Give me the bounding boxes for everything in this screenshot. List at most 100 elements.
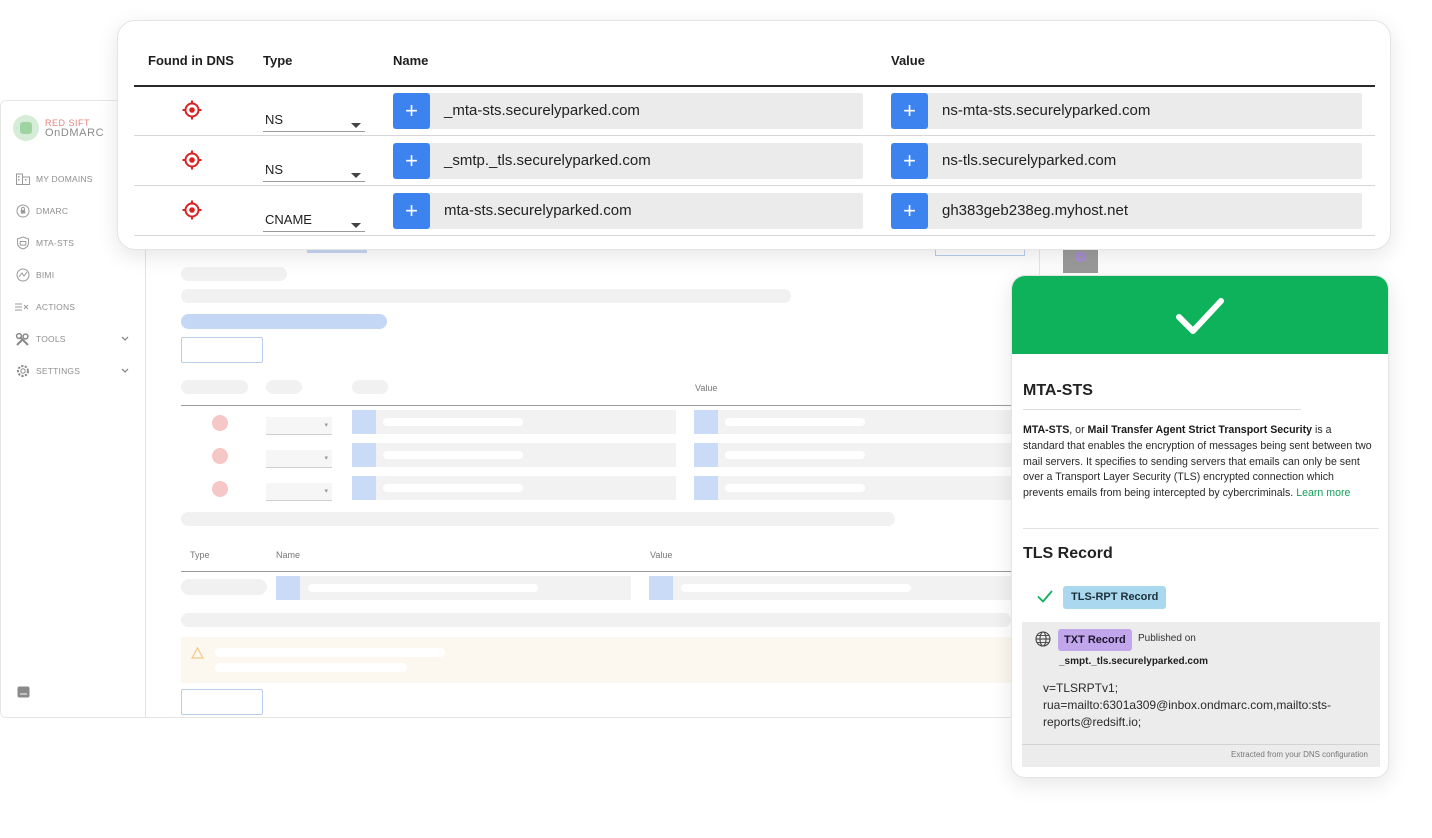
status-dot — [212, 448, 228, 464]
globe-icon — [1035, 631, 1051, 652]
mta-sts-title: MTA-STS — [1023, 382, 1093, 399]
skeleton-button[interactable] — [181, 689, 263, 715]
sidebar-item-label: BIMI — [36, 270, 55, 280]
plus-icon[interactable]: + — [393, 193, 430, 229]
caret-down-icon — [351, 116, 361, 134]
skeleton-line — [181, 267, 287, 281]
caret-down-icon — [351, 216, 361, 234]
name-field-value: _smtp._tls.securelyparked.com — [444, 152, 651, 169]
tls-rpt-badge: TLS-RPT Record — [1063, 586, 1167, 609]
skeleton-bar — [308, 584, 538, 592]
tls-record-title: TLS Record — [1023, 545, 1113, 562]
skeleton-square — [276, 576, 300, 600]
plus-icon[interactable]: + — [393, 143, 430, 179]
name-field[interactable]: + _smtp._tls.securelyparked.com — [393, 143, 863, 179]
value-field[interactable]: + gh383geb238eg.myhost.net — [891, 193, 1362, 229]
skeleton-bar — [681, 584, 911, 592]
bg-value-header-2: Value — [650, 550, 673, 560]
value-field-value: ns-tls.securelyparked.com — [942, 152, 1117, 169]
type-select[interactable]: CNAME — [263, 206, 365, 232]
skeleton-square — [694, 443, 718, 467]
skeleton-header — [266, 380, 302, 394]
sidebar-nav: MY DOMAINS DMARC MTA-STS BIMI ACTIONS TO… — [15, 163, 133, 387]
building-icon — [15, 172, 30, 187]
header-value: Value — [891, 53, 925, 68]
plus-icon[interactable]: + — [891, 193, 928, 229]
desc-bold-1: MTA-STS — [1023, 424, 1070, 436]
sidebar-item-bimi[interactable]: BIMI — [15, 259, 133, 291]
logo: RED SIFT OnDMARC — [13, 115, 104, 141]
record-value: v=TLSRPTv1; rua=mailto:6301a309@inbox.on… — [1043, 681, 1331, 729]
chevron-down-icon[interactable] — [121, 334, 129, 344]
skeleton-bar — [215, 663, 407, 672]
skeleton-bar — [725, 418, 865, 426]
value-field-value: gh383geb238eg.myhost.net — [942, 202, 1128, 219]
skeleton-line — [181, 512, 895, 526]
skeleton-square — [694, 476, 718, 500]
plus-icon[interactable]: + — [891, 93, 928, 129]
checkmark-icon — [1175, 296, 1225, 341]
gear-icon — [15, 364, 30, 379]
value-field-value: ns-mta-sts.securelyparked.com — [942, 102, 1151, 119]
sidebar-item-label: MY DOMAINS — [36, 174, 93, 184]
sidebar-item-actions[interactable]: ACTIONS — [15, 291, 133, 323]
table-row: NS + _smtp._tls.securelyparked.com + ns-… — [134, 136, 1375, 186]
sidebar-item-label: ACTIONS — [36, 302, 76, 312]
skeleton-bar — [383, 451, 523, 459]
skeleton-button[interactable] — [181, 337, 263, 363]
header-type: Type — [263, 53, 293, 68]
extracted-note: Extracted from your DNS configuration — [1231, 750, 1368, 759]
target-icon — [182, 100, 202, 125]
shield-lock-icon — [15, 204, 30, 219]
actions-icon — [15, 300, 30, 315]
skeleton-cell — [181, 579, 267, 595]
sidebar-item-label: MTA-STS — [36, 238, 75, 248]
skeleton-select[interactable] — [266, 450, 332, 468]
value-field[interactable]: + ns-mta-sts.securelyparked.com — [891, 93, 1362, 129]
divider — [1023, 528, 1379, 529]
chat-icon[interactable] — [17, 685, 30, 698]
caret-down-icon — [351, 166, 361, 184]
skeleton-line — [181, 289, 791, 303]
sidebar-item-tools[interactable]: TOOLS — [15, 323, 133, 355]
learn-more-link[interactable]: Learn more — [1296, 487, 1350, 499]
sidebar-item-mta-sts[interactable]: MTA-STS — [15, 227, 133, 259]
name-field[interactable]: + _mta-sts.securelyparked.com — [393, 93, 863, 129]
skeleton-select[interactable] — [266, 483, 332, 501]
skeleton-square — [694, 410, 718, 434]
plus-icon[interactable]: + — [891, 143, 928, 179]
sidebar-item-dmarc[interactable]: DMARC — [15, 195, 133, 227]
divider — [1023, 409, 1301, 410]
desc-bold-2: Mail Transfer Agent Strict Transport Sec… — [1087, 424, 1313, 436]
dns-records-card: Found in DNS Type Name Value NS + _mta-s… — [117, 20, 1391, 250]
name-field[interactable]: + mta-sts.securelyparked.com — [393, 193, 863, 229]
sidebar-item-label: SETTINGS — [36, 366, 81, 376]
sidebar-item-label: TOOLS — [36, 334, 66, 344]
skeleton-select[interactable] — [266, 417, 332, 435]
check-icon — [1037, 590, 1053, 608]
sidebar-item-settings[interactable]: SETTINGS — [15, 355, 133, 387]
name-field-value: mta-sts.securelyparked.com — [444, 202, 632, 219]
value-field[interactable]: + ns-tls.securelyparked.com — [891, 143, 1362, 179]
type-select[interactable]: NS — [263, 106, 365, 132]
success-banner — [1012, 276, 1388, 354]
bg-type-header: Type — [190, 550, 210, 560]
skeleton-line — [181, 613, 1011, 627]
plus-icon[interactable]: + — [393, 93, 430, 129]
sidebar-item-my-domains[interactable]: MY DOMAINS — [15, 163, 133, 195]
published-domain: _smpt._tls.securelyparked.com — [1059, 656, 1208, 667]
divider — [1022, 744, 1380, 745]
type-select[interactable]: NS — [263, 156, 365, 182]
skeleton-bar — [725, 484, 865, 492]
skeleton-bar — [383, 418, 523, 426]
status-dot — [212, 481, 228, 497]
skeleton-square — [649, 576, 673, 600]
bimi-icon — [15, 268, 30, 283]
logo-mark-icon — [13, 115, 39, 141]
chevron-down-icon[interactable] — [121, 366, 129, 376]
avatar[interactable] — [1063, 246, 1098, 273]
status-dot — [212, 415, 228, 431]
table-row: NS + _mta-sts.securelyparked.com + ns-mt… — [134, 86, 1375, 136]
type-select-value: NS — [265, 162, 284, 177]
shield-mail-icon — [15, 236, 30, 251]
